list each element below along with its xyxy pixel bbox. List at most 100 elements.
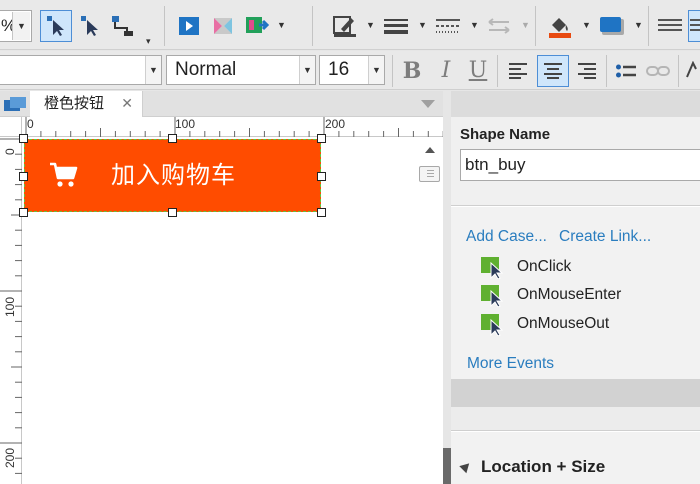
event-onclick[interactable]: OnClick	[481, 256, 571, 279]
bold-button[interactable]: B	[397, 56, 427, 86]
align-right-button[interactable]	[572, 56, 602, 86]
chain-link-icon	[646, 66, 670, 76]
align-center-icon	[544, 63, 562, 79]
create-link-link[interactable]: Create Link...	[559, 228, 651, 246]
font-style-select[interactable]: Normal ▼	[166, 55, 316, 85]
pointer-icon	[47, 16, 64, 36]
chevron-down-icon[interactable]: ▼	[145, 56, 161, 84]
resize-handle-ne[interactable]	[317, 134, 326, 143]
bullet-list-icon	[616, 64, 636, 78]
tab-label: 橙色按钮	[44, 95, 105, 112]
event-icon	[481, 314, 504, 336]
align-middle-button[interactable]	[688, 10, 700, 42]
chevron-down-icon[interactable]: ▼	[299, 56, 315, 84]
tab-menu-icon[interactable]	[421, 100, 435, 108]
close-icon[interactable]: ✕	[121, 91, 133, 116]
ruler-label: 200	[3, 447, 17, 468]
ruler-label: 0	[27, 117, 34, 131]
resize-handle-w[interactable]	[19, 172, 28, 181]
connector-button[interactable]	[108, 10, 138, 42]
paint-bucket-icon	[549, 18, 571, 38]
panel-divider	[451, 379, 700, 407]
italic-button[interactable]: I	[431, 56, 461, 86]
align-top-button[interactable]	[655, 10, 685, 42]
location-size-label: Location + Size	[481, 457, 606, 476]
event-onmouseenter[interactable]: OnMouseEnter	[481, 284, 621, 307]
panel-header	[451, 91, 700, 117]
font-size-select[interactable]: 16 ▼	[319, 55, 385, 85]
properties-panel: Shape Name btn_buy Add Case... Create Li…	[451, 91, 700, 484]
vertical-ruler: 0 100 200	[0, 137, 22, 484]
resize-handle-s[interactable]	[168, 208, 177, 217]
align-right-icon	[578, 63, 596, 79]
bullet-list-button[interactable]	[612, 56, 640, 86]
location-size-header[interactable]: Location + Size	[459, 457, 606, 477]
horizontal-ruler: 0 100 200	[22, 117, 443, 137]
shadow-button[interactable]	[597, 10, 627, 42]
resize-handle-nw[interactable]	[19, 134, 28, 143]
font-family-select[interactable]: ▼	[0, 55, 162, 85]
align-left-icon	[509, 63, 527, 79]
add-case-link[interactable]: Add Case...	[466, 228, 547, 246]
vertical-scrollbar[interactable]	[417, 137, 443, 484]
font-style-value: Normal	[175, 59, 237, 80]
shape-name-section: Shape Name btn_buy	[451, 117, 700, 206]
play-icon	[179, 17, 199, 35]
select-contained-button[interactable]	[75, 10, 105, 42]
format-toolbar: ▼ Normal ▼ 16 ▼ B I U	[0, 51, 700, 90]
page-tab-bar: 橙色按钮 ✕	[0, 91, 443, 117]
border-pattern-button[interactable]	[433, 10, 463, 42]
share-button[interactable]	[208, 10, 238, 42]
publish-icon	[246, 17, 269, 33]
location-size-section: Location + Size	[451, 432, 700, 484]
align-left-button[interactable]	[503, 56, 533, 86]
preview-button[interactable]	[174, 10, 204, 42]
more-events-link[interactable]: More Events	[467, 355, 554, 373]
text-color-icon	[686, 61, 697, 78]
shape-name-label: Shape Name	[460, 126, 551, 143]
pen-icon	[333, 16, 356, 37]
font-size-value: 16	[328, 59, 350, 80]
align-center-button[interactable]	[537, 55, 569, 87]
chevron-down-icon[interactable]: ▼	[368, 56, 384, 84]
zoom-select[interactable]: % ▼	[0, 10, 32, 42]
panel-splitter[interactable]	[443, 91, 451, 484]
arrow-style-button[interactable]	[484, 10, 514, 42]
ruler-label: 200	[325, 117, 346, 131]
shadow-icon	[600, 17, 624, 35]
event-onmouseout[interactable]: OnMouseOut	[481, 313, 610, 336]
select-intersected-button[interactable]	[40, 10, 72, 42]
text-color-button[interactable]	[684, 56, 700, 86]
line-pattern-icon	[436, 19, 460, 33]
fill-color-button[interactable]	[545, 10, 575, 42]
interactions-section: Add Case... Create Link... OnClick OnMou…	[451, 207, 700, 379]
border-color-button[interactable]	[330, 10, 360, 42]
event-label: OnMouseOut	[517, 315, 610, 332]
buy-button-widget[interactable]: 加入购物车	[24, 139, 321, 212]
button-label: 加入购物车	[111, 161, 236, 189]
main-toolbar: % ▼ ▾ ▼ ▼ ▼ ▼ ▼ ▼ ▼	[0, 0, 700, 50]
design-canvas[interactable]: 0 100 200 0 100 200 加入购物车	[0, 117, 443, 484]
tab-page[interactable]: 橙色按钮 ✕	[30, 91, 143, 117]
chevron-down-icon[interactable]: ▼	[12, 12, 30, 40]
line-weight-icon	[384, 19, 408, 34]
scroll-thumb[interactable]	[419, 166, 440, 182]
connector-icon	[112, 16, 133, 36]
resize-handle-sw[interactable]	[19, 208, 28, 217]
sitemap-icon[interactable]	[4, 96, 26, 117]
link-button[interactable]	[644, 56, 672, 86]
arrow-style-icon	[488, 18, 510, 34]
share-icon	[214, 18, 232, 34]
align-lines-icon	[658, 19, 682, 31]
collapse-triangle-icon[interactable]	[459, 459, 473, 474]
border-thickness-button[interactable]	[381, 10, 411, 42]
underline-button[interactable]: U	[463, 56, 493, 86]
resize-handle-se[interactable]	[317, 208, 326, 217]
pointer-icon	[81, 16, 98, 36]
ruler-label: 100	[175, 117, 196, 131]
publish-button[interactable]	[242, 10, 272, 42]
resize-handle-e[interactable]	[317, 172, 326, 181]
resize-handle-n[interactable]	[168, 134, 177, 143]
scroll-up-icon[interactable]	[425, 147, 435, 153]
shape-name-input[interactable]: btn_buy	[460, 149, 700, 181]
